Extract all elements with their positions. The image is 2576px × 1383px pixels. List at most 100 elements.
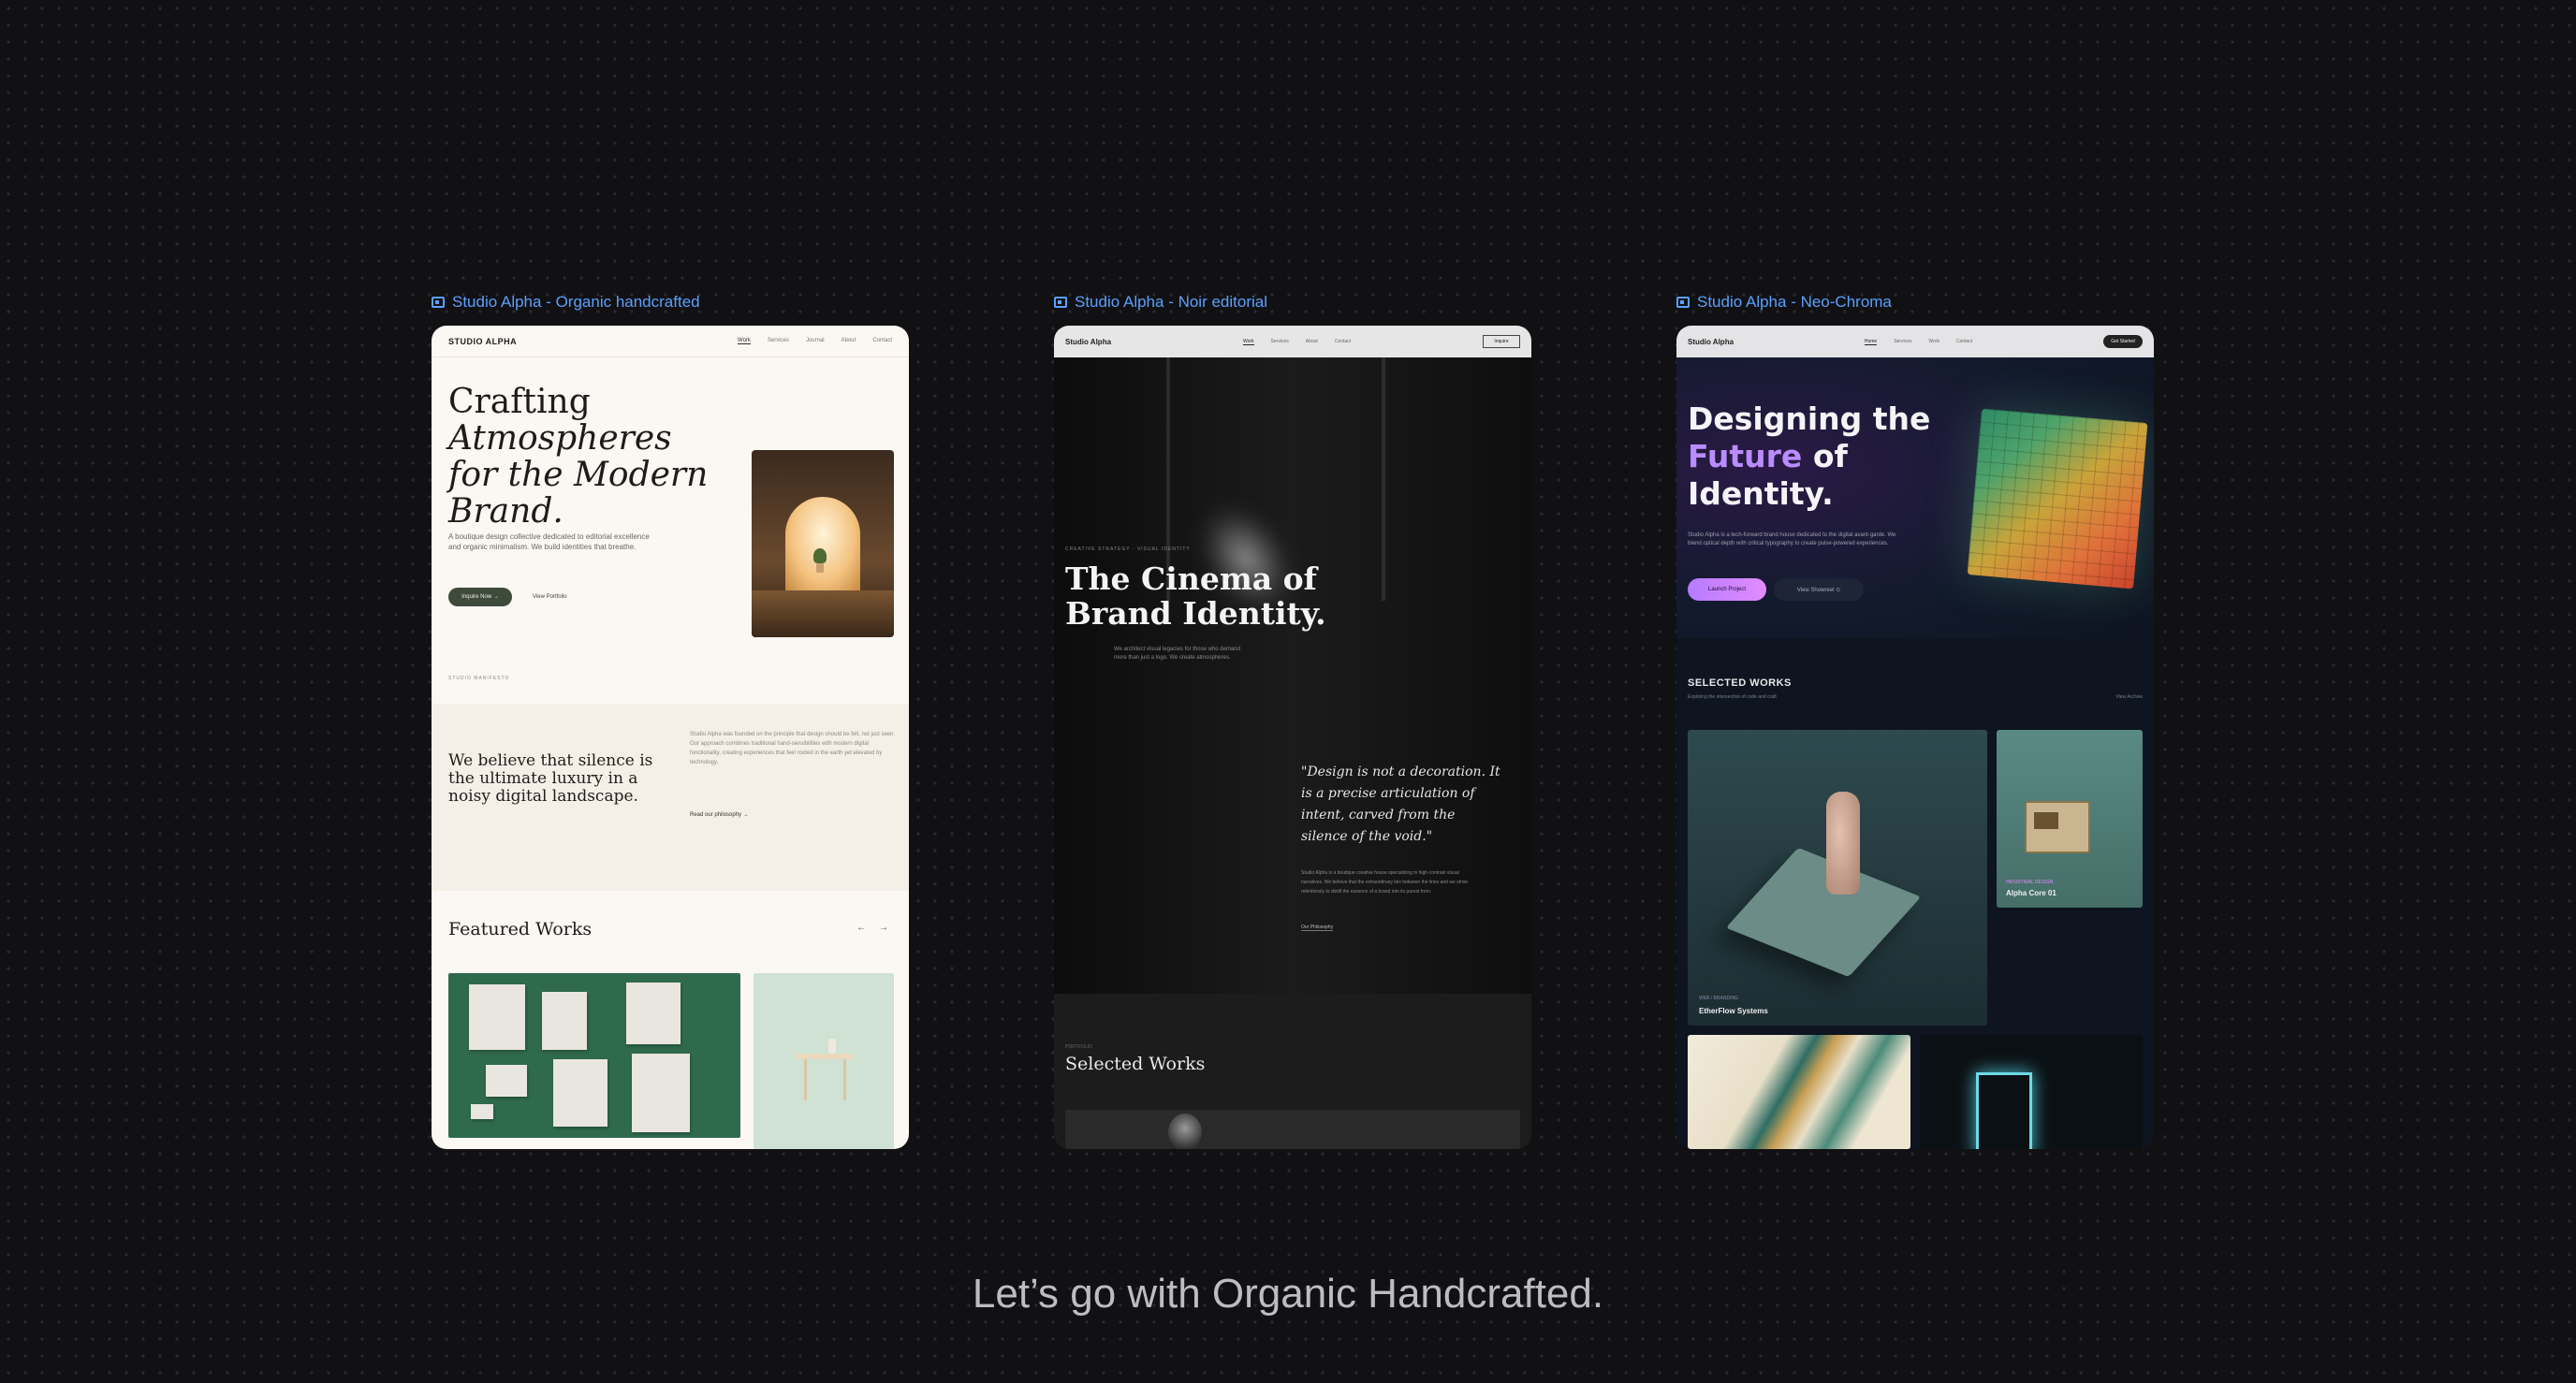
- neo-hero-title: Designing the Future of Identity.: [1688, 400, 1940, 513]
- hero-line: Crafting: [448, 383, 591, 421]
- hero-line-italic: for the Modern: [448, 456, 709, 494]
- nav-link-contact[interactable]: Contact: [872, 338, 892, 344]
- noir-nav-links: Work Services About Contact: [1242, 339, 1351, 345]
- frame-neo-preview[interactable]: Studio Alpha Home Services Work Contact …: [1676, 326, 2154, 1149]
- noir-quote-body: Studio Alpha is a boutique creative hous…: [1301, 870, 1469, 895]
- carousel-arrows: ← →: [856, 923, 888, 933]
- nav-link-contact[interactable]: Contact: [1335, 339, 1351, 345]
- featured-card-table[interactable]: [754, 973, 894, 1149]
- plant-icon: [813, 548, 827, 573]
- noir-works-title: Selected Works: [1065, 1054, 1206, 1074]
- view-portfolio-link[interactable]: View Portfolio: [533, 588, 567, 606]
- frame-label-text: Studio Alpha - Neo-Chroma: [1697, 293, 1892, 311]
- frame-label-neo[interactable]: Studio Alpha - Neo-Chroma: [1676, 292, 1892, 313]
- noir-logo[interactable]: Studio Alpha: [1065, 338, 1111, 346]
- nav-link-work[interactable]: Work: [1242, 339, 1254, 345]
- launch-project-button[interactable]: Launch Project: [1688, 578, 1766, 601]
- paper-sheet: [632, 1054, 690, 1132]
- frame-label-text: Studio Alpha - Organic handcrafted: [452, 293, 700, 311]
- frame-icon: [432, 297, 445, 308]
- chroma-cube-image: [1967, 408, 2148, 590]
- view-archive-link[interactable]: View Archive: [2115, 694, 2143, 700]
- noir-inquire-button[interactable]: Inquire: [1482, 335, 1520, 348]
- noir-philosophy-link[interactable]: Our Philosophy: [1301, 924, 1334, 931]
- nav-link-services[interactable]: Services: [768, 338, 789, 344]
- frame-icon: [1054, 297, 1067, 308]
- noir-quote: "Design is not a decoration. It is a pre…: [1301, 764, 1500, 844]
- organic-quote: We believe that silence is the ultimate …: [448, 751, 653, 806]
- paper-sheet: [626, 983, 681, 1044]
- frame-icon: [1676, 297, 1690, 308]
- neo-nav-links: Home Services Work Contact: [1864, 339, 1972, 345]
- organic-logo[interactable]: STUDIO ALPHA: [448, 337, 517, 346]
- read-philosophy-link[interactable]: Read our philosophy →: [690, 812, 749, 818]
- organic-hero-title: Crafting Atmospheres for the Modern Bran…: [448, 384, 720, 530]
- card-title: EtherFlow Systems: [1699, 1007, 1768, 1015]
- selected-works-title: SELECTED WORKS: [1688, 677, 1792, 689]
- nav-link-contact[interactable]: Contact: [1956, 339, 1972, 345]
- noir-work-thumbnail[interactable]: [1065, 1110, 1520, 1149]
- nav-link-work[interactable]: Work: [738, 338, 751, 344]
- vase: [828, 1039, 836, 1054]
- table-leg: [843, 1059, 846, 1100]
- frame-organic-preview[interactable]: STUDIO ALPHA Work Services Journal About…: [432, 326, 909, 1149]
- neo-nav: Studio Alpha Home Services Work Contact …: [1676, 326, 2154, 357]
- nav-link-work[interactable]: Work: [1928, 339, 1939, 345]
- slab: [1725, 847, 1922, 978]
- noir-nav: Studio Alpha Work Services About Contact…: [1054, 326, 1531, 357]
- nav-link-about[interactable]: About: [1306, 339, 1318, 345]
- work-card-etherflow[interactable]: [1688, 730, 1987, 1026]
- nav-link-services[interactable]: Services: [1271, 339, 1289, 345]
- paper-sheet: [553, 1059, 607, 1127]
- frame-label-organic[interactable]: Studio Alpha - Organic handcrafted: [432, 292, 700, 313]
- organic-nav-links: Work Services Journal About Contact: [738, 338, 892, 344]
- neon-frame: [1976, 1072, 2032, 1149]
- nav-link-about[interactable]: About: [842, 338, 856, 344]
- organic-kicker: STUDIO MANIFESTO: [448, 676, 510, 681]
- neo-hero-subtitle: Studio Alpha is a tech-forward brand hou…: [1688, 532, 1896, 546]
- selected-works-subtitle: Exploring the intersection of code and c…: [1688, 694, 1777, 700]
- pillar: [1382, 357, 1385, 601]
- arch-floor: [752, 590, 894, 637]
- table-leg: [804, 1059, 807, 1100]
- paper-card: [471, 1104, 493, 1119]
- paper-sheet: [542, 992, 587, 1050]
- arrow-right-icon[interactable]: →: [879, 923, 888, 933]
- organic-nav: STUDIO ALPHA Work Services Journal About…: [432, 326, 909, 357]
- organic-body: Studio Alpha was founded on the principl…: [690, 732, 896, 765]
- frame-label-noir[interactable]: Studio Alpha - Noir editorial: [1054, 292, 1267, 313]
- frame-noir-preview[interactable]: Studio Alpha Work Services About Contact…: [1054, 326, 1531, 1149]
- card-title: Alpha Core 01: [2006, 889, 2056, 897]
- featured-works-title: Featured Works: [448, 919, 593, 939]
- view-showreel-button[interactable]: View Showreel ⊙: [1774, 578, 1864, 601]
- noir-hero-subtitle: We architect visual legacies for those w…: [1114, 647, 1240, 661]
- noir-works-kicker: PORTFOLIO: [1065, 1044, 1092, 1050]
- card-kicker: INDUSTRIAL DESIGN: [2006, 880, 2054, 885]
- noir-hero-title: The Cinema of Brand Identity.: [1065, 560, 1326, 632]
- work-card-neon-frame[interactable]: [1920, 1035, 2143, 1149]
- hero-accent: Future: [1688, 438, 1803, 474]
- arrow-left-icon[interactable]: ←: [856, 923, 866, 933]
- arch-door: [785, 497, 860, 590]
- vase: [1826, 792, 1860, 895]
- paper-card: [486, 1065, 527, 1097]
- hero-line: Designing the: [1688, 400, 1931, 437]
- hero-of: of: [1802, 438, 1848, 474]
- neo-logo[interactable]: Studio Alpha: [1688, 338, 1734, 346]
- hero-line-italic: Brand.: [448, 492, 564, 531]
- portrait: [1168, 1114, 1202, 1149]
- featured-card-stationery[interactable]: [448, 973, 740, 1138]
- nav-link-services[interactable]: Services: [1894, 339, 1911, 345]
- nav-link-home[interactable]: Home: [1864, 339, 1878, 345]
- caption: Let’s go with Organic Handcrafted.: [972, 1271, 1604, 1317]
- hero-line-italic: Atmospheres: [448, 419, 672, 458]
- radio-device: [2025, 801, 2090, 853]
- card-kicker: WEB / BRANDING: [1699, 996, 1738, 1001]
- work-card-swirl[interactable]: [1688, 1035, 1910, 1149]
- noir-kicker: CREATIVE STRATEGY · VISUAL IDENTITY: [1065, 546, 1191, 552]
- frame-label-text: Studio Alpha - Noir editorial: [1075, 293, 1268, 311]
- inquire-button[interactable]: Inquire Now →: [448, 588, 512, 606]
- neo-get-started-button[interactable]: Get Started: [2103, 335, 2143, 348]
- hero-line: Identity.: [1688, 475, 1834, 512]
- nav-link-journal[interactable]: Journal: [806, 338, 825, 344]
